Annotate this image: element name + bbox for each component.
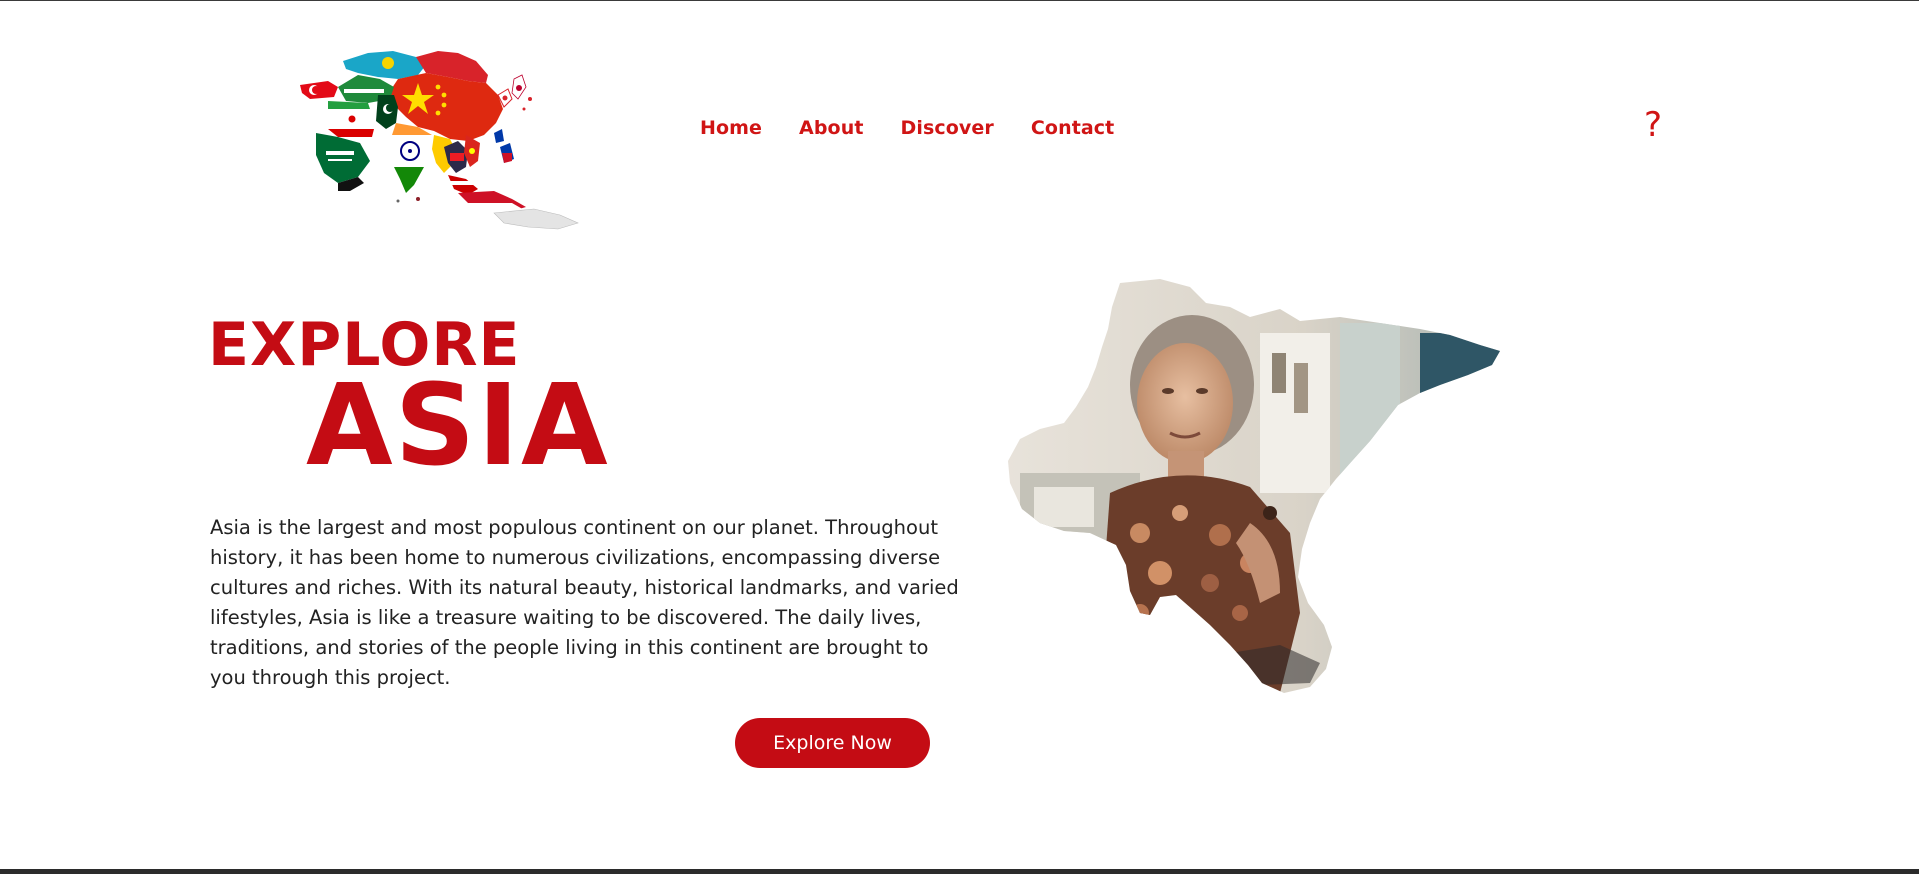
explore-now-button[interactable]: Explore Now — [735, 718, 930, 768]
nav-home-link[interactable]: Home — [700, 117, 762, 139]
page: Home About Discover Contact ? EXPLORE AS… — [0, 0, 1919, 874]
nav-about-link[interactable]: About — [799, 117, 863, 139]
nav-contact-link[interactable]: Contact — [1031, 117, 1114, 139]
asia-map-portrait-image — [980, 273, 1570, 723]
hero-title-asia: ASIA — [306, 361, 610, 491]
nav-discover-link[interactable]: Discover — [901, 117, 994, 139]
asia-flags-map-logo[interactable] — [298, 43, 588, 239]
hero-description: Asia is the largest and most populous co… — [210, 516, 959, 689]
help-icon[interactable]: ? — [1640, 106, 1666, 144]
main-nav: Home About Discover Contact — [700, 117, 1114, 139]
bottom-border — [0, 869, 1919, 874]
